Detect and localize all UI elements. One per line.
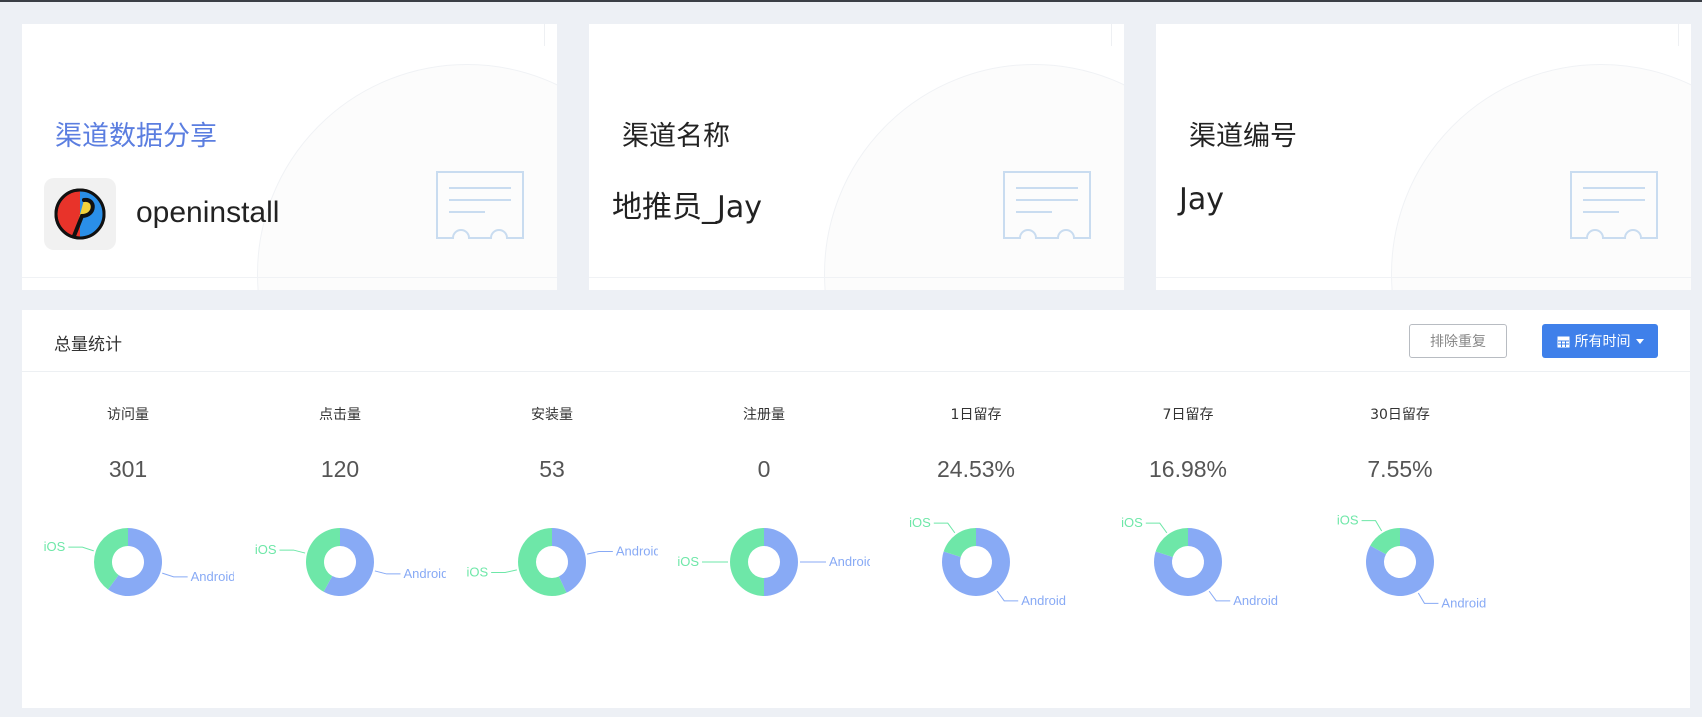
card-title: 渠道名称 (622, 121, 730, 152)
stat-value: 53 (539, 456, 565, 482)
stat-label: 注册量 (743, 407, 785, 423)
android-slice (764, 528, 798, 596)
stat-value: 301 (108, 456, 148, 482)
stat-label: 30日留存 (1370, 407, 1430, 423)
stat-column: 7日留存 16.98% Android iOS (1082, 372, 1294, 692)
stat-column: 30日留存 7.55% Android iOS (1294, 372, 1506, 692)
ios-slice (730, 528, 764, 596)
time-range-button[interactable]: 所有时间 (1542, 324, 1658, 358)
total-stats-panel: 总量统计 排除重复 所有时间 访问量 301 Android iOS 点击量 120 And… (22, 310, 1690, 708)
stat-column: 安装量 53 Android iOS (446, 372, 658, 692)
platform-donut-chart: Android iOS (677, 528, 870, 596)
channel-name-value: 地推员_Jay (612, 190, 762, 225)
card-title: 渠道数据分享 (55, 121, 217, 152)
ios-leader (933, 522, 956, 534)
caret-down-icon (1635, 338, 1644, 344)
panel-header: 总量统计 排除重复 所有时间 (22, 310, 1690, 372)
calendar-icon (1557, 336, 1569, 347)
android-label: Android (403, 566, 446, 581)
channel-code-value: Jay (1179, 182, 1224, 217)
stat-label: 安装量 (531, 407, 573, 423)
ios-label: iOS (1121, 515, 1143, 530)
ios-leader (279, 549, 306, 554)
stat-value: 120 (320, 456, 360, 482)
android-leader (1208, 590, 1231, 602)
android-label: Android (1441, 595, 1486, 610)
document-icon (436, 171, 524, 239)
platform-donut-chart: Android iOS (1121, 515, 1278, 608)
dedupe-button[interactable]: 排除重复 (1409, 324, 1507, 358)
platform-donut-chart: Android iOS (466, 528, 658, 596)
ios-label: iOS (1337, 513, 1359, 528)
ios-slice (943, 528, 976, 558)
stat-column: 1日留存 24.53% Android iOS (870, 372, 1082, 692)
channel-share-card: 渠道数据分享 openinstall (22, 24, 557, 290)
stat-column: 点击量 120 Android iOS (234, 372, 446, 692)
ios-label: iOS (466, 564, 488, 579)
stat-column: 注册量 0 Android iOS (658, 372, 870, 692)
android-label: Android (1021, 593, 1066, 608)
ios-label: iOS (255, 542, 277, 557)
android-leader (587, 551, 613, 555)
stat-label: 访问量 (107, 407, 149, 423)
android-leader (1417, 592, 1439, 604)
panel-title: 总量统计 (54, 335, 122, 355)
stat-label: 7日留存 (1162, 407, 1214, 423)
android-label: Android (191, 569, 234, 584)
stat-column: 访问量 301 Android iOS (22, 372, 234, 692)
stat-value: 24.53% (936, 456, 1015, 482)
channel-code-card: 渠道编号 Jay (1156, 24, 1691, 290)
channel-name-card: 渠道名称 地推员_Jay (589, 24, 1124, 290)
ios-label: iOS (909, 515, 931, 530)
android-leader (374, 570, 401, 575)
document-icon (1003, 171, 1091, 239)
stat-value: 7.55% (1367, 456, 1433, 482)
ios-label: iOS (44, 539, 66, 554)
ios-leader (491, 569, 517, 573)
platform-donut-chart: Android iOS (909, 515, 1066, 608)
android-label: Android (829, 554, 870, 569)
platform-donut-chart: Android iOS (44, 528, 234, 596)
card-title: 渠道编号 (1189, 121, 1297, 152)
stat-label: 点击量 (319, 407, 361, 423)
ios-leader (1145, 522, 1168, 534)
ios-slice (1155, 528, 1188, 558)
android-leader (162, 572, 188, 578)
android-label: Android (1233, 593, 1278, 608)
stat-value: 0 (757, 456, 771, 482)
document-icon (1570, 171, 1658, 239)
stat-value: 16.98% (1148, 456, 1227, 482)
app-name: openinstall (136, 196, 280, 229)
ios-leader (68, 546, 94, 552)
platform-donut-chart: Android iOS (1337, 513, 1486, 611)
app-logo (44, 178, 116, 250)
ios-label: iOS (677, 554, 699, 569)
stat-label: 1日留存 (950, 407, 1002, 423)
android-label: Android (616, 544, 658, 559)
ios-leader (1361, 520, 1383, 532)
platform-donut-chart: Android iOS (255, 528, 446, 596)
android-leader (996, 590, 1019, 602)
time-range-label: 所有时间 (1574, 334, 1631, 350)
